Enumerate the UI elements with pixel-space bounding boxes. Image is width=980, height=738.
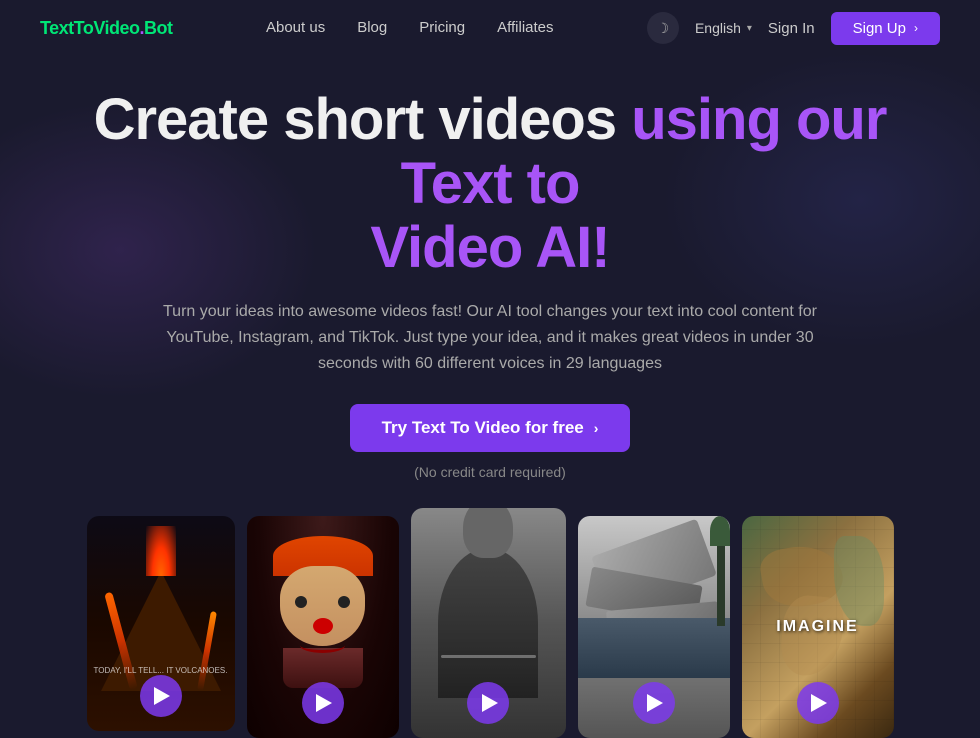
video-card-portrait — [411, 508, 566, 738]
portrait-play-button[interactable] — [467, 682, 509, 724]
nav-blog[interactable]: Blog — [357, 19, 387, 36]
hero-title: Create short videos using our Text to Vi… — [60, 88, 920, 279]
navbar: TextToVideo.Bot About us Blog Pricing Af… — [0, 0, 980, 56]
volcano-caption: TODAY, I'LL TELL... IT VOLCANOES. — [87, 666, 235, 675]
sign-in-button[interactable]: Sign In — [768, 20, 815, 37]
nav-affiliates[interactable]: Affiliates — [497, 19, 553, 36]
language-label: English — [695, 20, 741, 36]
nav-about[interactable]: About us — [266, 19, 325, 36]
moon-icon: ☽ — [657, 20, 670, 37]
sign-up-label: Sign Up — [853, 20, 906, 37]
dark-mode-button[interactable]: ☽ — [647, 12, 679, 44]
language-selector[interactable]: English ▾ — [695, 20, 752, 36]
portrait-body — [438, 548, 538, 698]
arrow-right-icon: › — [914, 21, 918, 35]
nav-links: About us Blog Pricing Affiliates — [266, 19, 554, 37]
machinery-ground — [578, 618, 730, 678]
no-credit-text: (No credit card required) — [60, 464, 920, 480]
nav-right: ☽ English ▾ Sign In Sign Up › — [647, 12, 940, 45]
video-card-volcano: TODAY, I'LL TELL... IT VOLCANOES. — [87, 516, 235, 731]
portrait-chain — [441, 655, 536, 658]
arrow-right-icon: › — [594, 420, 599, 436]
map-label: IMAGINE — [776, 618, 858, 636]
volcano-glow — [146, 526, 176, 576]
hero-subtitle: Turn your ideas into awesome videos fast… — [160, 299, 820, 376]
volcano-play-button[interactable] — [140, 675, 182, 717]
clown-left-eye — [295, 596, 307, 608]
clown-eyes — [295, 596, 350, 608]
hero-title-normal: Create short videos — [94, 87, 617, 152]
clown-right-eye — [338, 596, 350, 608]
video-card-map: IMAGINE — [742, 516, 894, 738]
clown-figure — [262, 536, 384, 688]
machinery-play-button[interactable] — [633, 682, 675, 724]
video-card-clown — [247, 516, 399, 738]
nav-pricing[interactable]: Pricing — [419, 19, 465, 36]
logo[interactable]: TextToVideo.Bot — [40, 18, 173, 39]
hero-title-accent2: Video AI! — [370, 215, 609, 280]
sign-up-button[interactable]: Sign Up › — [831, 12, 940, 45]
video-row: TODAY, I'LL TELL... IT VOLCANOES. — [0, 500, 980, 738]
tree-top — [710, 516, 730, 546]
cta-label: Try Text To Video for free — [382, 418, 584, 438]
clown-play-button[interactable] — [302, 682, 344, 724]
cta-button[interactable]: Try Text To Video for free › — [350, 404, 631, 452]
hero-section: Create short videos using our Text to Vi… — [0, 56, 980, 500]
map-play-button[interactable] — [797, 682, 839, 724]
clown-face — [280, 566, 365, 646]
portrait-head — [463, 508, 513, 558]
logo-text: TextToVideo.Bot — [40, 18, 173, 38]
chevron-down-icon: ▾ — [747, 23, 752, 34]
video-card-machinery — [578, 516, 730, 738]
clown-nose — [313, 618, 333, 634]
